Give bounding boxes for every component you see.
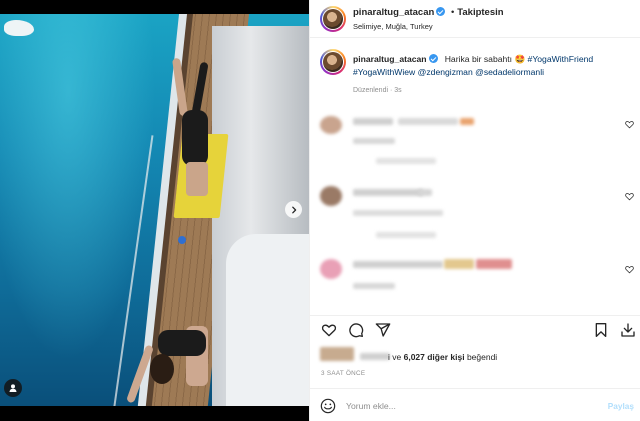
post-comment-button[interactable]: Paylaş (608, 401, 634, 411)
post-photo (0, 14, 309, 406)
caption-username[interactable]: pinaraltug_atacan (353, 54, 427, 64)
likes-count-link[interactable]: 6,027 diğer kişi (404, 352, 465, 362)
avatar[interactable] (320, 186, 342, 206)
more-options-icon[interactable] (619, 15, 631, 19)
comment-item (310, 182, 640, 242)
sail-cover (226, 234, 309, 406)
comment-item (310, 112, 640, 172)
reply-share-icon[interactable] (620, 322, 636, 338)
person-head (150, 354, 174, 384)
redacted-text (353, 118, 393, 125)
redacted-text (376, 232, 436, 238)
bookmark-icon[interactable] (593, 322, 609, 338)
deck-fitting (178, 236, 186, 244)
post-details-panel: pinaraltug_atacan • Takiptesin Selimiye, … (309, 0, 640, 421)
heart-icon[interactable] (625, 192, 634, 201)
person-bending (158, 330, 206, 356)
next-photo-button[interactable] (285, 201, 302, 218)
edited-label: Düzenlendi · 3s (353, 87, 402, 94)
person-standing (182, 110, 208, 166)
separator-dot: • (450, 7, 455, 18)
caption-text: pinaraltug_atacan Harika bir sabahtı 🤩 #… (353, 53, 633, 79)
post-header: pinaraltug_atacan • Takiptesin Selimiye, … (310, 0, 640, 38)
chevron-right-icon (291, 206, 296, 213)
avatar-photo (323, 9, 343, 29)
username-link[interactable]: pinaraltug_atacan (353, 7, 434, 18)
hashtag-link[interactable]: #YogaWithFriend (528, 54, 594, 64)
hashtag-link[interactable]: #YogaWithWiew (353, 67, 415, 77)
redacted-text (353, 283, 395, 289)
post-media[interactable] (0, 0, 309, 421)
action-bar (310, 315, 640, 339)
avatar[interactable] (320, 49, 346, 75)
heart-icon[interactable] (321, 322, 337, 338)
redacted-emoji (460, 118, 474, 125)
post-timestamp[interactable]: 3 SAAT ÖNCE (321, 370, 365, 377)
emoji-icon[interactable] (320, 398, 336, 414)
avatar[interactable] (320, 259, 342, 279)
header-user-line: pinaraltug_atacan • Takiptesin (353, 7, 504, 18)
redacted-emoji (476, 259, 512, 269)
add-comment-bar: Paylaş (310, 388, 640, 421)
redacted-text (353, 138, 395, 144)
likes-summary: i ve 6,027 diğer kişi beğendi (310, 345, 640, 363)
comment-item (310, 253, 640, 313)
comment-icon[interactable] (348, 322, 364, 338)
liker-avatars[interactable] (320, 347, 354, 361)
comment-input[interactable] (346, 398, 586, 414)
likes-suffix: beğendi (466, 352, 498, 362)
mention-link[interactable]: @sedadeliormanli (475, 67, 544, 77)
user-tag-icon (9, 384, 17, 392)
location-link[interactable]: Selimiye, Muğla, Turkey (353, 22, 433, 31)
person-legs (186, 162, 208, 196)
likes-prefix: i ve (388, 352, 402, 362)
tagged-users-button[interactable] (4, 379, 22, 397)
verified-badge-icon (436, 7, 446, 16)
avatar[interactable] (320, 116, 342, 134)
likes-text: i ve 6,027 diğer kişi beğendi (388, 352, 497, 362)
heart-icon[interactable] (625, 265, 634, 274)
follow-status-button[interactable]: Takiptesin (457, 7, 503, 18)
mention-link[interactable]: @zdengizman (418, 67, 473, 77)
redacted-text (398, 118, 458, 125)
avatar-photo (323, 52, 343, 72)
avatar[interactable] (320, 6, 346, 32)
caption-body: Harika bir sabahtı 🤩 (444, 54, 526, 64)
distant-boat (4, 20, 34, 36)
redacted-text (353, 210, 443, 216)
redacted-text (418, 189, 432, 196)
redacted-text (353, 189, 423, 196)
redacted-text (353, 261, 443, 268)
redacted-emoji (444, 259, 474, 269)
paper-plane-icon[interactable] (375, 322, 391, 338)
redacted-text (360, 353, 390, 360)
heart-icon[interactable] (625, 120, 634, 129)
verified-badge-icon (428, 54, 438, 63)
redacted-text (376, 158, 436, 164)
